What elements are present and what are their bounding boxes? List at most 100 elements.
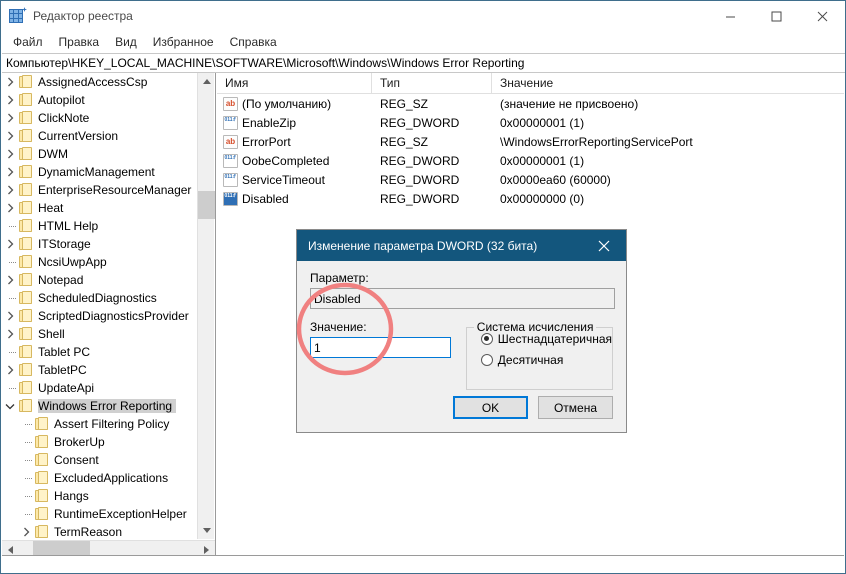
tree-item[interactable]: ExcludedApplications <box>2 469 198 487</box>
tree-item[interactable]: TabletPC <box>2 361 198 379</box>
tree-item[interactable]: DWM <box>2 145 198 163</box>
chevron-right-icon[interactable] <box>2 109 18 127</box>
tree-item[interactable]: UpdateApi <box>2 379 198 397</box>
tree-item[interactable]: Assert Filtering Policy <box>2 415 198 433</box>
chevron-right-icon[interactable] <box>2 163 18 181</box>
tree-vertical-scroll-thumb[interactable] <box>198 191 215 219</box>
column-header-value[interactable]: Значение <box>492 73 832 93</box>
folder-icon <box>18 273 34 287</box>
tree-item[interactable]: Consent <box>2 451 198 469</box>
tree-item-label: DWM <box>38 147 72 161</box>
tree-connector <box>18 469 34 487</box>
scroll-down-icon[interactable] <box>198 522 215 539</box>
value-row[interactable]: ErrorPortREG_SZ\WindowsErrorReportingSer… <box>217 132 844 151</box>
chevron-right-icon[interactable] <box>2 271 18 289</box>
tree-item[interactable]: EnterpriseResourceManager <box>2 181 198 199</box>
ok-button[interactable]: OK <box>453 396 528 419</box>
value-name-text: EnableZip <box>242 116 296 130</box>
tree-item[interactable]: HTML Help <box>2 217 198 235</box>
value-row[interactable]: (По умолчанию)REG_SZ(значение не присвое… <box>217 94 844 113</box>
chevron-right-icon[interactable] <box>2 361 18 379</box>
tree-item[interactable]: Notepad <box>2 271 198 289</box>
tree-item-label: NcsiUwpApp <box>38 255 111 269</box>
maximize-button[interactable] <box>753 1 799 31</box>
tree-item[interactable]: ScheduledDiagnostics <box>2 289 198 307</box>
dword-value-icon <box>223 173 238 187</box>
value-name-field[interactable]: Disabled <box>310 288 615 309</box>
scroll-up-icon[interactable] <box>198 73 215 90</box>
chevron-right-icon[interactable] <box>2 73 18 91</box>
value-data-input[interactable]: 1 <box>310 337 451 358</box>
tree-item-label: Shell <box>38 327 69 341</box>
chevron-right-icon[interactable] <box>2 307 18 325</box>
value-type-cell: REG_DWORD <box>372 154 492 168</box>
chevron-right-icon[interactable] <box>2 235 18 253</box>
column-header-name[interactable]: Имя <box>217 73 372 93</box>
value-row[interactable]: ServiceTimeoutREG_DWORD0x0000ea60 (60000… <box>217 170 844 189</box>
registry-tree-pane: AssignedAccessCsp Autopilot ClickNoteCurre… <box>2 73 216 557</box>
folder-icon <box>34 471 50 485</box>
folder-icon <box>18 255 34 269</box>
chevron-right-icon[interactable] <box>2 91 18 109</box>
address-bar[interactable]: Компьютер\HKEY_LOCAL_MACHINE\SOFTWARE\Mi… <box>2 53 845 73</box>
tree-item[interactable]: Autopilot <box>2 91 198 109</box>
tree-item[interactable]: AssignedAccessCsp <box>2 73 198 91</box>
tree-item-label: ExcludedApplications <box>54 471 172 485</box>
tree-item-label: ITStorage <box>38 237 95 251</box>
tree-item[interactable]: TermReason <box>2 523 198 539</box>
chevron-right-icon[interactable] <box>2 181 18 199</box>
tree-item-label: Tablet PC <box>38 345 94 359</box>
tree-item[interactable]: ClickNote <box>2 109 198 127</box>
tree-item-label: Heat <box>38 201 67 215</box>
value-name-cell: ErrorPort <box>217 135 372 149</box>
tree-item[interactable]: RuntimeExceptionHelper <box>2 505 198 523</box>
chevron-right-icon[interactable] <box>2 127 18 145</box>
value-row[interactable]: EnableZipREG_DWORD0x00000001 (1) <box>217 113 844 132</box>
chevron-right-icon[interactable] <box>18 523 34 539</box>
tree-connector <box>18 505 34 523</box>
registry-tree[interactable]: AssignedAccessCsp Autopilot ClickNoteCurre… <box>2 73 198 539</box>
cancel-button[interactable]: Отмена <box>538 396 613 419</box>
minimize-button[interactable] <box>707 1 753 31</box>
menu-item-help[interactable]: Справка <box>222 32 285 52</box>
dialog-close-button[interactable] <box>581 230 626 261</box>
folder-icon <box>18 129 34 143</box>
tree-item[interactable]: Hangs <box>2 487 198 505</box>
menu-bar: Файл Правка Вид Избранное Справка <box>1 31 845 53</box>
tree-item[interactable]: Windows Error Reporting <box>2 397 198 415</box>
chevron-down-icon[interactable] <box>2 397 18 415</box>
edit-dword-dialog: Изменение параметра DWORD (32 бита) Пара… <box>296 229 627 433</box>
tree-item[interactable]: DynamicManagement <box>2 163 198 181</box>
chevron-right-icon[interactable] <box>2 325 18 343</box>
radio-decimal[interactable]: Десятичная <box>467 349 612 370</box>
value-name-text: (По умолчанию) <box>242 97 331 111</box>
tree-connector <box>18 433 34 451</box>
value-row[interactable]: OobeCompletedREG_DWORD0x00000001 (1) <box>217 151 844 170</box>
chevron-right-icon[interactable] <box>2 199 18 217</box>
menu-item-file[interactable]: Файл <box>5 32 51 52</box>
tree-item[interactable]: CurrentVersion <box>2 127 198 145</box>
chevron-right-icon[interactable] <box>2 145 18 163</box>
value-data-cell: 0x00000000 (0) <box>492 192 832 206</box>
tree-connector <box>2 343 18 361</box>
column-header-type[interactable]: Тип <box>372 73 492 93</box>
value-name-text: ErrorPort <box>242 135 291 149</box>
tree-item[interactable]: NcsiUwpApp <box>2 253 198 271</box>
tree-item[interactable]: ITStorage <box>2 235 198 253</box>
radix-group-legend: Система исчисления <box>474 320 597 334</box>
tree-item[interactable]: ScriptedDiagnosticsProvider <box>2 307 198 325</box>
radix-group: Система исчисления Шестнадцатеричная Дес… <box>466 327 613 390</box>
folder-icon <box>18 75 34 89</box>
tree-item-label: RuntimeExceptionHelper <box>54 507 191 521</box>
menu-item-view[interactable]: Вид <box>107 32 145 52</box>
tree-item[interactable]: Tablet PC <box>2 343 198 361</box>
tree-vertical-scrollbar[interactable] <box>197 73 214 539</box>
tree-item[interactable]: BrokerUp <box>2 433 198 451</box>
tree-item[interactable]: Heat <box>2 199 198 217</box>
tree-item-label: Autopilot <box>38 93 89 107</box>
tree-item[interactable]: Shell <box>2 325 198 343</box>
menu-item-edit[interactable]: Правка <box>51 32 108 52</box>
menu-item-favorites[interactable]: Избранное <box>145 32 222 52</box>
value-row[interactable]: DisabledREG_DWORD0x00000000 (0) <box>217 189 844 208</box>
close-button[interactable] <box>799 1 845 31</box>
